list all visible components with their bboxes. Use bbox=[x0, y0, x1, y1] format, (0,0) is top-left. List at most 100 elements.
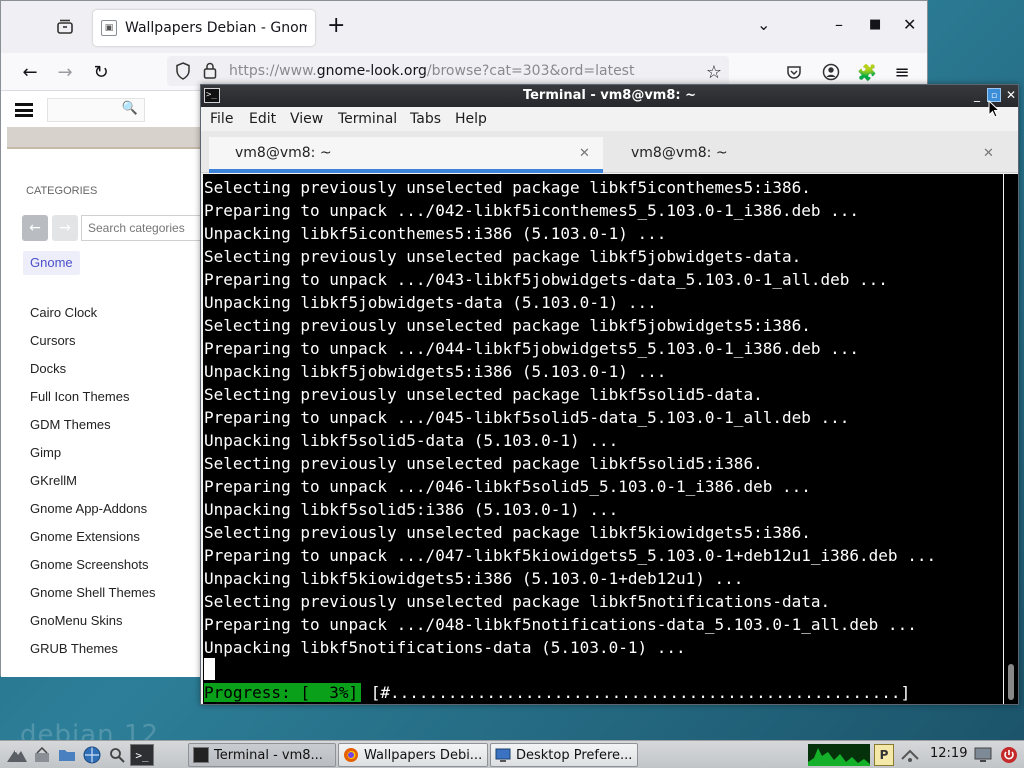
site-search-input[interactable]: 🔍 bbox=[47, 98, 145, 122]
terminal-line: Unpacking libkf5solid5-data (5.103.0-1) … bbox=[204, 431, 619, 450]
terminal-line: Preparing to unpack .../044-libkf5jobwid… bbox=[204, 339, 860, 358]
menu-help[interactable]: Help bbox=[455, 111, 487, 127]
terminal-line: Unpacking libkf5solid5:i386 (5.103.0-1) … bbox=[204, 500, 619, 519]
start-menu-icon[interactable] bbox=[4, 744, 30, 766]
clock[interactable]: 12:19 bbox=[930, 746, 967, 761]
terminal-line: Preparing to unpack .../046-libkf5solid5… bbox=[204, 477, 811, 496]
category-search-input[interactable]: Search categories bbox=[81, 215, 201, 241]
terminal-line: Preparing to unpack .../045-libkf5solid5… bbox=[204, 408, 850, 427]
category-list: Cairo Clock Cursors Docks Full Icon Them… bbox=[30, 303, 156, 667]
close-button[interactable]: ✕ bbox=[1004, 88, 1018, 102]
terminal-tab-bar: vm8@vm8: ~ ✕ vm8@vm8: ~ ✕ bbox=[201, 131, 1018, 173]
terminal-icon bbox=[193, 747, 209, 763]
category-item[interactable]: Docks bbox=[30, 359, 156, 387]
terminal-window: >_ Terminal - vm8@vm8: ~ _ ▫ ✕ File Edit… bbox=[200, 84, 1019, 705]
taskbar: >_ Terminal - vm8... Wallpapers Debi... … bbox=[0, 740, 1024, 768]
menu-view[interactable]: View bbox=[290, 111, 323, 127]
maximize-button[interactable]: ■ bbox=[869, 15, 881, 35]
terminal-cursor bbox=[204, 658, 215, 680]
close-button[interactable]: ✕ bbox=[903, 15, 916, 35]
terminal-menu-bar: File Edit View Terminal Tabs Help bbox=[201, 107, 1018, 131]
category-item[interactable]: Gnome App-Addons bbox=[30, 499, 156, 527]
screen-lock-icon[interactable] bbox=[972, 744, 994, 766]
show-desktop-icon[interactable] bbox=[32, 744, 54, 766]
category-item[interactable]: Gnome Extensions bbox=[30, 527, 156, 555]
browser-tab[interactable]: ▣ Wallpapers Debian - Gnome bbox=[93, 10, 315, 46]
pocket-icon[interactable] bbox=[781, 59, 807, 85]
url-text[interactable]: https://www.gnome-look.org/browse?cat=30… bbox=[229, 63, 634, 79]
category-item[interactable]: GDM Themes bbox=[30, 415, 156, 443]
terminal-line: Selecting previously unselected package … bbox=[204, 385, 763, 404]
cpu-monitor-graph bbox=[808, 744, 870, 766]
category-item[interactable]: Gimp bbox=[30, 443, 156, 471]
terminal-tab[interactable]: vm8@vm8: ~ ✕ bbox=[605, 137, 1009, 173]
taskbar-task-desktop-preferences[interactable]: Desktop Prefere... bbox=[490, 743, 638, 767]
categories-forward-button[interactable]: → bbox=[52, 215, 78, 241]
menu-tabs[interactable]: Tabs bbox=[410, 111, 441, 127]
category-item[interactable]: GKrellM bbox=[30, 471, 156, 499]
terminal-line: Selecting previously unselected package … bbox=[204, 316, 811, 335]
account-icon[interactable] bbox=[818, 59, 844, 85]
taskbar-task-firefox[interactable]: Wallpapers Debi... bbox=[338, 743, 488, 767]
category-item[interactable]: Full Icon Themes bbox=[30, 387, 156, 415]
taskbar-task-terminal[interactable]: Terminal - vm8... bbox=[188, 743, 336, 767]
gnome-look-favicon-icon: ▣ bbox=[101, 20, 117, 36]
terminal-scrollbar[interactable] bbox=[1004, 174, 1018, 704]
hamburger-menu-icon[interactable] bbox=[15, 103, 33, 117]
category-item[interactable]: Cairo Clock bbox=[30, 303, 156, 331]
terminal-line: Preparing to unpack .../043-libkf5jobwid… bbox=[204, 270, 888, 289]
desktop-preferences-icon bbox=[495, 747, 511, 763]
power-icon[interactable] bbox=[998, 744, 1020, 766]
terminal-line: Preparing to unpack .../047-libkf5kiowid… bbox=[204, 546, 937, 565]
categories-back-button[interactable]: ← bbox=[22, 215, 48, 241]
url-bar[interactable]: https://www.gnome-look.org/browse?cat=30… bbox=[167, 56, 729, 86]
search-icon[interactable]: 🔍 bbox=[122, 101, 138, 116]
progress-label: Progress: [ 3%] bbox=[204, 683, 362, 702]
menu-file[interactable]: File bbox=[210, 111, 233, 127]
category-item[interactable]: GRUB Themes bbox=[30, 639, 156, 667]
terminal-line: Selecting previously unselected package … bbox=[204, 523, 811, 542]
back-arrow-icon[interactable]: ← bbox=[17, 59, 43, 85]
network-icon[interactable] bbox=[898, 744, 922, 766]
minimize-button[interactable]: – bbox=[835, 15, 843, 35]
web-browser-icon[interactable] bbox=[80, 744, 104, 766]
categories-heading: CATEGORIES bbox=[26, 185, 98, 197]
terminal-line: Unpacking libkf5jobwidgets5:i386 (5.103.… bbox=[204, 362, 667, 381]
terminal-output[interactable]: Selecting previously unselected package … bbox=[203, 174, 1003, 704]
category-item[interactable]: Cursors bbox=[30, 331, 156, 359]
extensions-icon[interactable]: 🧩 bbox=[854, 59, 880, 85]
category-item[interactable]: Gnome Shell Themes bbox=[30, 583, 156, 611]
new-tab-button[interactable]: + bbox=[327, 15, 345, 37]
close-tab-icon[interactable]: ✕ bbox=[983, 146, 994, 161]
site-banner bbox=[7, 127, 201, 149]
terminal-launcher-icon[interactable]: >_ bbox=[130, 744, 154, 766]
shield-icon[interactable] bbox=[175, 62, 191, 84]
minimize-button[interactable]: _ bbox=[970, 88, 984, 102]
terminal-line: Unpacking libkf5iconthemes5:i386 (5.103.… bbox=[204, 224, 667, 243]
tab-overview-icon[interactable] bbox=[53, 15, 77, 39]
lock-icon[interactable] bbox=[203, 62, 217, 83]
search-launcher-icon[interactable] bbox=[106, 744, 128, 766]
terminal-title: Terminal - vm8@vm8: ~ bbox=[522, 88, 697, 103]
clipboard-icon[interactable]: P bbox=[874, 744, 894, 766]
bookmark-star-icon[interactable]: ☆ bbox=[701, 59, 727, 85]
active-category-chip[interactable]: Gnome bbox=[23, 251, 80, 275]
menu-edit[interactable]: Edit bbox=[249, 111, 276, 127]
task-label: Wallpapers Debi... bbox=[364, 747, 483, 763]
close-tab-icon[interactable]: ✕ bbox=[579, 146, 590, 161]
terminal-line: Preparing to unpack .../042-libkf5iconth… bbox=[204, 201, 860, 220]
terminal-line: Unpacking libkf5kiowidgets5:i386 (5.103.… bbox=[204, 569, 744, 588]
terminal-tab[interactable]: vm8@vm8: ~ ✕ bbox=[209, 137, 603, 173]
scrollbar-thumb[interactable] bbox=[1008, 664, 1014, 700]
browser-tab-bar: ▣ Wallpapers Debian - Gnome + ⌄ – ■ ✕ bbox=[1, 1, 927, 53]
category-item[interactable]: Gnome Screenshots bbox=[30, 555, 156, 583]
reload-icon[interactable]: ↻ bbox=[88, 59, 114, 85]
menu-icon[interactable]: ≡ bbox=[889, 59, 915, 85]
forward-arrow-icon[interactable]: → bbox=[52, 59, 78, 85]
menu-terminal[interactable]: Terminal bbox=[338, 111, 397, 127]
terminal-title-bar[interactable]: >_ Terminal - vm8@vm8: ~ _ ▫ ✕ bbox=[201, 85, 1018, 107]
terminal-line: Selecting previously unselected package … bbox=[204, 454, 763, 473]
category-item[interactable]: GnoMenu Skins bbox=[30, 611, 156, 639]
file-manager-icon[interactable] bbox=[56, 744, 78, 766]
tab-list-button[interactable]: ⌄ bbox=[757, 15, 770, 35]
